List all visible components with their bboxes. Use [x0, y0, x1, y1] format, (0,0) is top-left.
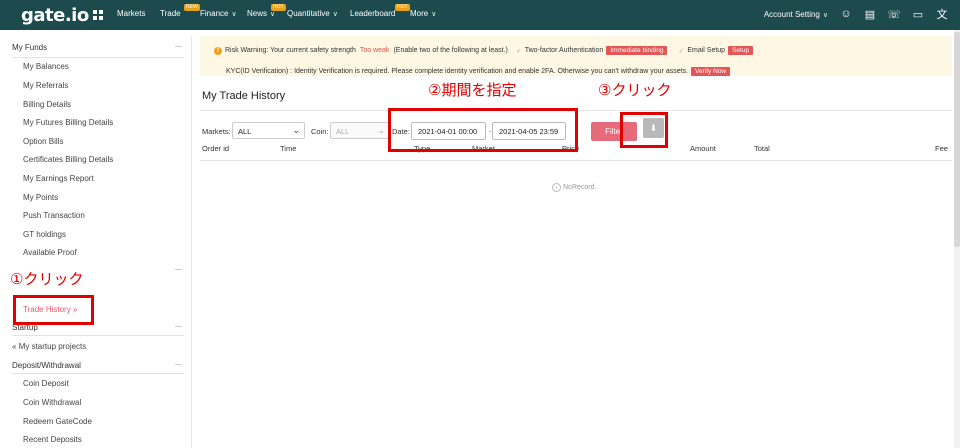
strength-value: Too weak	[359, 47, 390, 54]
annotation-step2: ②期間を指定	[428, 81, 517, 99]
header-actions: Account Setting ∨ ☺ ▤ ☏ ▭ 文	[764, 8, 948, 21]
divider	[12, 373, 184, 374]
sidebar-item-earnings-report[interactable]: My Earnings Report	[23, 174, 94, 183]
sidebar-section-deposit[interactable]: Deposit/Withdrawal —	[12, 361, 182, 370]
check-circle-icon: ✓	[515, 47, 522, 55]
annotation-step1: ①クリック	[10, 270, 84, 288]
risk-warning-banner: ! Risk Warning: Your current safety stre…	[200, 36, 952, 76]
bullet-icon: «	[12, 342, 17, 351]
col-fee: Fee	[935, 144, 948, 153]
collapse-icon: —	[175, 361, 182, 368]
gateio-logo[interactable]: gate.io	[21, 5, 89, 26]
annotation-step3: ③クリック	[598, 81, 672, 99]
divider	[12, 57, 184, 58]
chevron-down-icon: ∨	[822, 11, 828, 19]
apps-grid-icon[interactable]	[93, 10, 103, 20]
nav-more[interactable]: More ∨	[410, 9, 436, 18]
chevron-down-icon: ∨	[231, 11, 237, 18]
nav-leaderboard[interactable]: Leaderboard HOT	[350, 4, 410, 18]
nav-trade[interactable]: Trade NEW	[160, 4, 200, 18]
verify-now-button[interactable]: Verify Now	[691, 67, 731, 76]
annotation-box-trade-history	[13, 295, 94, 325]
col-order-id: Order id	[202, 144, 230, 153]
chevron-down-icon: ∨	[431, 11, 437, 18]
order-icon[interactable]: ▤	[864, 8, 876, 21]
sidebar-item-recent-deposits[interactable]: Recent Deposits	[23, 435, 82, 444]
sidebar-item-coin-withdrawal[interactable]: Coin Withdrawal	[23, 398, 81, 407]
warning-icon: !	[214, 46, 222, 55]
nav-news[interactable]: News ∨ HOT	[247, 4, 286, 18]
collapse-icon: —	[175, 323, 182, 330]
chevron-down-icon: ∨	[270, 11, 276, 18]
download-app-icon[interactable]: ▭	[912, 8, 924, 21]
email-setup-button[interactable]: Setup	[728, 46, 754, 55]
language-icon[interactable]: 文	[936, 8, 948, 21]
coin-label: Coin:	[311, 127, 329, 136]
check-circle-icon: ✓	[678, 47, 685, 55]
warning-line: ! Risk Warning: Your current safety stre…	[214, 46, 756, 55]
sidebar-item-my-points[interactable]: My Points	[23, 193, 58, 202]
col-time: Time	[280, 144, 297, 153]
sidebar-item-certificates-billing[interactable]: Certificates Billing Details	[23, 155, 113, 164]
sidebar-item-redeem-gatecode[interactable]: Redeem GateCode	[23, 417, 92, 426]
support-icon[interactable]: ☏	[887, 8, 901, 21]
chevron-down-icon: ⌄	[292, 125, 300, 135]
sidebar-item-billing-details[interactable]: Billing Details	[23, 100, 71, 109]
sidebar-item-option-bills[interactable]: Option Bills	[23, 137, 63, 146]
sidebar-item-my-referrals[interactable]: My Referrals	[23, 81, 68, 90]
sidebar: My Funds — My Balances My Referrals Billi…	[0, 36, 192, 448]
sidebar-item-available-proof[interactable]: Available Proof	[23, 248, 77, 257]
sidebar-item-futures-billing[interactable]: My Futures Billing Details	[23, 118, 113, 127]
chevron-down-icon: ∨	[332, 11, 338, 18]
coin-select[interactable]: ALL ⌄	[330, 122, 390, 139]
info-icon: i	[552, 183, 561, 192]
nav-markets[interactable]: Markets	[117, 9, 145, 18]
empty-state: i NoRecord.	[552, 183, 596, 192]
annotation-box-date	[388, 108, 578, 152]
sidebar-item-startup-projects[interactable]: « My startup projects	[12, 342, 86, 351]
main-content: ! Risk Warning: Your current safety stre…	[194, 30, 960, 448]
markets-label: Markets:	[202, 127, 231, 136]
col-amount: Amount	[690, 144, 716, 153]
top-navigation-bar: gate.io Markets Trade NEW Finance ∨ News ∨…	[0, 0, 960, 30]
table-header: Order id Time Type Market Price Amount T…	[202, 144, 954, 158]
col-total: Total	[754, 144, 770, 153]
divider	[12, 335, 184, 336]
markets-select[interactable]: ALL ⌄	[232, 122, 305, 139]
immediate-binding-button[interactable]: Immediate binding	[606, 46, 668, 55]
new-badge: NEW	[184, 4, 200, 11]
account-setting-menu[interactable]: Account Setting ∨	[764, 10, 828, 19]
divider	[200, 160, 952, 161]
collapse-icon: —	[175, 43, 182, 50]
hot-badge: HOT	[271, 4, 286, 11]
hot-badge: HOT	[395, 4, 410, 11]
kyc-line: KYC(ID Verification) : Identity Verifica…	[226, 67, 733, 76]
sidebar-item-my-balances[interactable]: My Balances	[23, 62, 69, 71]
chevron-down-icon: ⌄	[377, 125, 385, 135]
page-scrollbar-thumb[interactable]	[954, 32, 960, 247]
collapse-icon: —	[175, 266, 182, 273]
sidebar-section-my-funds[interactable]: My Funds —	[12, 43, 182, 52]
sidebar-item-push-transaction[interactable]: Push Transaction	[23, 211, 85, 220]
sidebar-item-gt-holdings[interactable]: GT holdings	[23, 230, 66, 239]
nav-quantitative[interactable]: Quantitative ∨	[287, 9, 338, 18]
nav-finance[interactable]: Finance ∨	[200, 9, 237, 18]
page-title: My Trade History	[202, 90, 286, 102]
annotation-box-download	[620, 112, 668, 148]
sidebar-item-coin-deposit[interactable]: Coin Deposit	[23, 379, 69, 388]
user-avatar-icon[interactable]: ☺	[840, 8, 852, 20]
